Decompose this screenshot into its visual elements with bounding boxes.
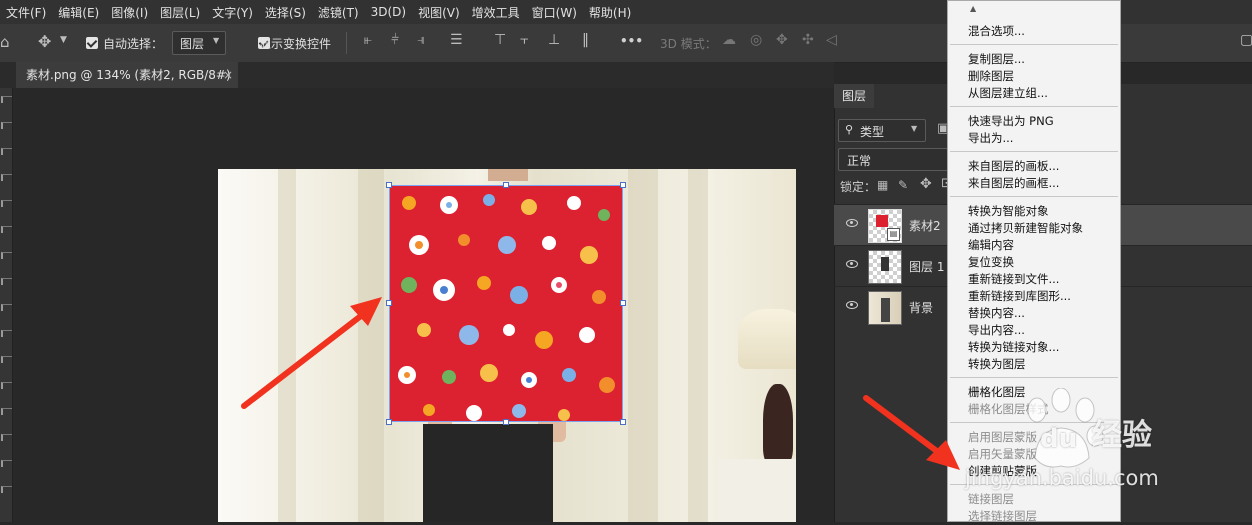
annotation-arrow-right <box>863 395 960 470</box>
watermark-du: du <box>1040 424 1078 454</box>
watermark-url: jingyan.baidu.com <box>965 466 1159 490</box>
annotation-arrow-left <box>241 297 382 409</box>
watermark-brand-text: 经验 <box>1092 418 1152 453</box>
